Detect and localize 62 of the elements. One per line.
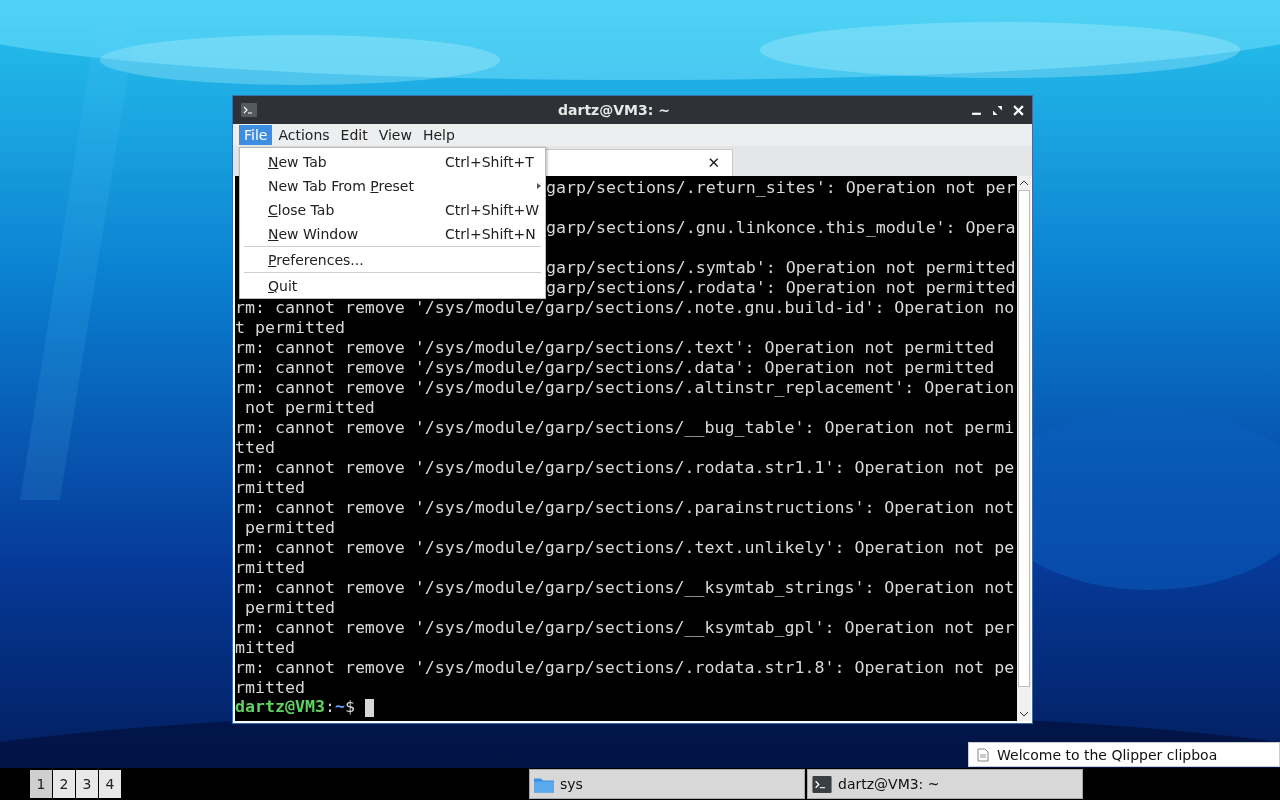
terminal-line: rm: cannot remove '/sys/module/garp/sections/.text': Operation not permitted (235, 339, 995, 357)
terminal-line: rm: cannot remove '/sys/module/garp/sections/.data': Operation not permitted (235, 359, 995, 377)
close-icon[interactable]: ✕ (707, 154, 720, 172)
terminal-line: rm: cannot remove '/sys/module/garp/sections/.note.gnu.build-id': Operation no (235, 299, 1015, 317)
terminal-line: permitted (244, 519, 335, 537)
terminal-line: garp/sections/.symtab': Operation not permitted (546, 259, 1016, 277)
terminal-line: permitted (244, 599, 335, 617)
shortcut-label: Ctrl+Shift+W (445, 202, 541, 218)
prompt-path: ~ (334, 697, 345, 716)
close-icon[interactable] (1013, 104, 1024, 116)
terminal-line: garp/sections/.gnu.linkonce.this_module': Opera (546, 219, 1016, 237)
terminal-line: rm: cannot remove '/sys/module/garp/sections/.parainstructions': Operation not (235, 499, 1015, 517)
terminal-line: tted (235, 439, 275, 457)
scrollbar-thumb[interactable] (1018, 190, 1030, 687)
menu-item[interactable]: View (373, 125, 417, 145)
terminal-line: rm: cannot remove '/sys/module/garp/sections/__ksymtab_strings': Operation not (235, 579, 1015, 597)
menu-item[interactable]: Close Tab (268, 202, 445, 218)
terminal-line: rm: cannot remove '/sys/module/garp/sections/.rodata.str1.8': Operation not pe (235, 659, 1015, 677)
terminal-line: rmitted (235, 479, 305, 497)
menu-item[interactable]: Actions (273, 125, 335, 145)
task-button[interactable]: sys (529, 769, 805, 799)
menu-item[interactable]: New Window (268, 226, 445, 242)
submenu-arrow-icon (537, 183, 541, 189)
prompt-user-host: dartz@VM3 (235, 697, 325, 716)
terminal-line: rm: cannot remove '/sys/module/garp/sections/.altinstr_replacement': Operation (235, 379, 1015, 397)
scrollbar[interactable] (1017, 176, 1031, 721)
terminal-line: rmitted (235, 679, 305, 697)
menu-item[interactable]: New Tab From Preset (268, 178, 545, 194)
terminal-line: rmitted (235, 559, 305, 577)
notification[interactable]: Welcome to the Qlipper clipboa (968, 742, 1280, 767)
desktop-button[interactable]: 2 (53, 770, 75, 798)
shortcut-label: Ctrl+Shift+T (445, 154, 535, 170)
menu-item[interactable]: Help (417, 125, 460, 145)
terminal-line: rm: cannot remove '/sys/module/garp/sections/.text.unlikely': Operation not pe (235, 539, 1015, 557)
notification-text: Welcome to the Qlipper clipboa (997, 746, 1218, 763)
terminal-line: rm: cannot remove '/sys/module/garp/sections/__ksymtab_gpl': Operation not per (235, 619, 1015, 637)
document-icon (977, 747, 989, 762)
menu-item[interactable]: New Tab (268, 154, 445, 170)
shortcut-label: Ctrl+Shift+N (445, 226, 537, 242)
terminal-line: garp/sections/.rodata': Operation not permitted (546, 279, 1016, 297)
task-button[interactable]: dartz@VM3: ~ (807, 769, 1083, 799)
desktop-button[interactable]: 4 (99, 770, 121, 798)
menu-item[interactable]: Edit (335, 125, 373, 145)
scroll-down-icon[interactable] (1019, 711, 1029, 717)
terminal-line: mitted (235, 639, 295, 657)
text-cursor (364, 698, 374, 717)
terminal-line: not permitted (244, 399, 375, 417)
maximize-icon[interactable] (992, 104, 1003, 116)
terminal-line: t permitted (235, 319, 345, 337)
prompt-separator: : (324, 697, 335, 716)
prompt-symbol: $ (344, 697, 355, 716)
desktop-button[interactable]: 3 (76, 770, 98, 798)
window-title: dartz@VM3: ~ (557, 102, 671, 118)
terminal-line: garp/sections/.return_sites': Operation not per (546, 179, 1016, 197)
scroll-up-icon[interactable] (1019, 180, 1029, 186)
terminal-line: rm: cannot remove '/sys/module/garp/sections/.rodata.str1.1': Operation not pe (235, 459, 1015, 477)
terminal-line: rm: cannot remove '/sys/module/garp/sections/__bug_table': Operation not permi (235, 419, 1015, 437)
terminal-icon (241, 103, 257, 117)
terminal-icon (812, 775, 832, 793)
menu-item[interactable]: Preferences... (268, 252, 545, 268)
desktop-button[interactable]: 1 (30, 770, 52, 798)
menu-item[interactable]: Quit (268, 278, 545, 294)
